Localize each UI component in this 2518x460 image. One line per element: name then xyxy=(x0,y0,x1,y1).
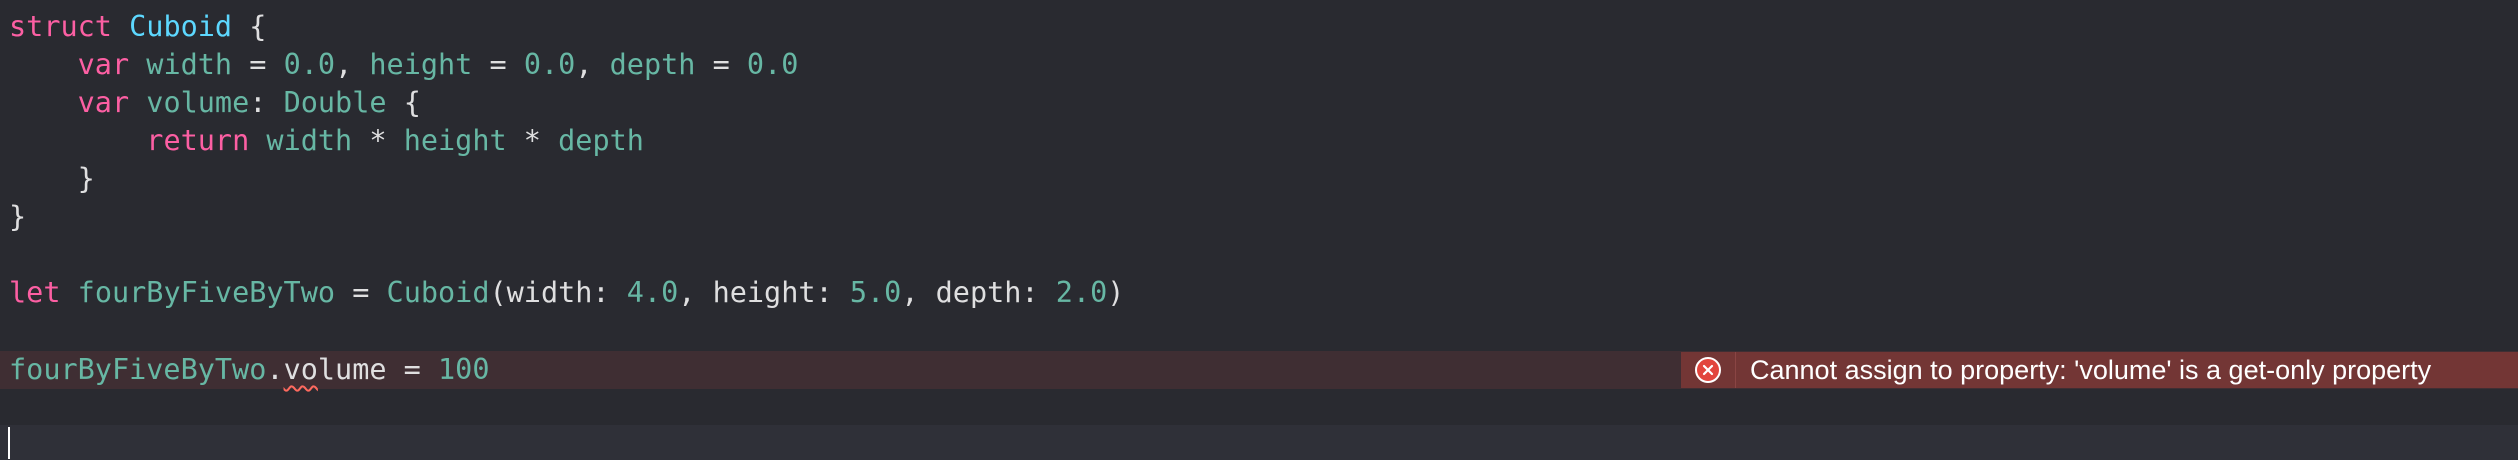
code-text: var volume: Double { xyxy=(9,84,421,122)
code-token: , xyxy=(575,48,610,81)
code-token: height xyxy=(403,124,507,157)
code-text: fourByFiveByTwo.volume = 100 xyxy=(9,351,489,389)
code-token: fourByFiveByTwo xyxy=(77,276,336,309)
code-token: } xyxy=(9,200,27,233)
text-cursor xyxy=(8,427,10,459)
code-token: let xyxy=(9,276,61,309)
current-line-highlight xyxy=(0,425,2518,460)
code-token: 5.0 xyxy=(849,276,902,309)
code-token: volume xyxy=(146,86,250,119)
code-text: var width = 0.0, height = 0.0, depth = 0… xyxy=(9,46,799,84)
code-token: 4.0 xyxy=(626,276,679,309)
code-token: : xyxy=(249,86,284,119)
code-token: (width: xyxy=(489,276,627,309)
code-line[interactable]: let fourByFiveByTwo = Cuboid(width: 4.0,… xyxy=(0,274,2518,312)
code-token: . xyxy=(266,353,284,386)
code-token: * xyxy=(352,124,404,157)
error-annotation-banner[interactable]: Cannot assign to property: 'volume' is a… xyxy=(1681,352,2518,388)
code-token: , xyxy=(335,48,370,81)
error-x-circle-icon xyxy=(1695,357,1721,383)
code-token: , height: xyxy=(678,276,850,309)
code-token: = xyxy=(232,48,284,81)
error-highlighted-token: vo xyxy=(283,353,318,386)
code-token: Cuboid xyxy=(129,10,233,43)
error-message: Cannot assign to property: 'volume' is a… xyxy=(1750,355,2432,385)
code-token: fourByFiveByTwo xyxy=(9,353,267,386)
code-text: struct Cuboid { xyxy=(9,8,266,46)
code-token: 0.0 xyxy=(746,48,799,81)
code-line[interactable]: } xyxy=(0,160,2518,198)
code-line[interactable]: var volume: Double { xyxy=(0,84,2518,122)
code-text: } xyxy=(9,160,95,198)
code-token: = xyxy=(695,48,747,81)
code-line[interactable]: struct Cuboid { xyxy=(0,8,2518,46)
code-token: = xyxy=(335,276,387,309)
code-text: let fourByFiveByTwo = Cuboid(width: 4.0,… xyxy=(9,274,1124,312)
code-token: 0.0 xyxy=(523,48,576,81)
code-token: var xyxy=(77,48,130,81)
code-token: * xyxy=(506,124,559,157)
code-token: { xyxy=(386,86,421,119)
code-text: return width * height * depth xyxy=(9,122,644,160)
code-token: 0.0 xyxy=(283,48,336,81)
code-token: var xyxy=(77,86,130,119)
code-token: depth xyxy=(558,124,644,157)
code-token: 2.0 xyxy=(1055,276,1108,309)
code-token: 100 xyxy=(438,353,490,386)
code-text: } xyxy=(9,198,26,236)
code-token: depth xyxy=(609,48,696,81)
code-token: = xyxy=(472,48,524,81)
code-token: width xyxy=(146,48,233,81)
code-token: Cuboid xyxy=(386,276,490,309)
code-token: } xyxy=(9,162,95,195)
code-token: width xyxy=(266,124,353,157)
code-token: { xyxy=(232,10,267,43)
x-glyph-icon xyxy=(1702,364,1714,376)
code-token: lume = xyxy=(317,353,438,386)
code-line[interactable] xyxy=(0,236,2518,274)
error-icon-container[interactable] xyxy=(1681,352,1736,388)
code-token: , depth: xyxy=(901,276,1056,309)
code-line[interactable]: } xyxy=(0,198,2518,236)
code-token: Double xyxy=(283,86,387,119)
code-token: ) xyxy=(1107,276,1125,309)
code-token: struct xyxy=(9,10,112,43)
code-line[interactable]: var width = 0.0, height = 0.0, depth = 0… xyxy=(0,46,2518,84)
code-line[interactable] xyxy=(0,312,2518,350)
code-editor[interactable]: struct Cuboid { var width = 0.0, height … xyxy=(0,0,2518,460)
code-line[interactable]: return width * height * depth xyxy=(0,122,2518,160)
code-token: height xyxy=(369,48,473,81)
code-token: return xyxy=(146,124,250,157)
